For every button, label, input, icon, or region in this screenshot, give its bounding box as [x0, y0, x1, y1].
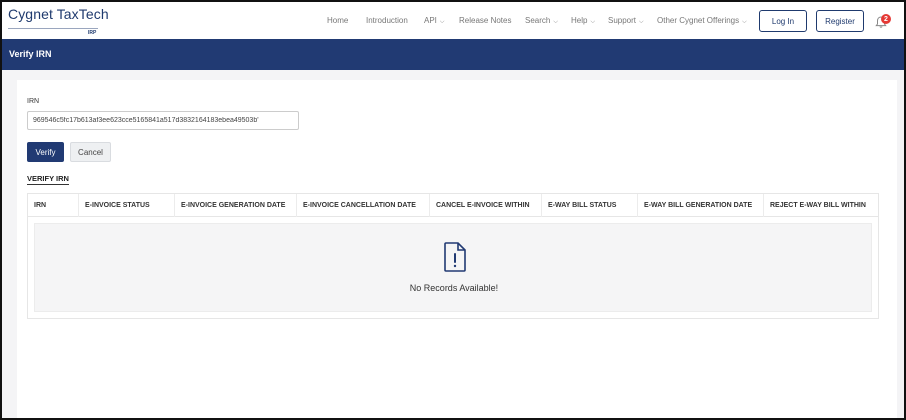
irn-label: IRN — [27, 98, 40, 105]
brand-sub: IRP — [88, 30, 97, 36]
nav-release-notes-label: Release Notes — [459, 16, 512, 25]
top-navbar: Cygnet TaxTech IRP Home Introduction API… — [2, 2, 904, 39]
file-alert-icon — [444, 242, 466, 272]
column-header-reject-eway-bill-within[interactable]: REJECT E-WAY BILL WITHIN — [764, 194, 878, 217]
notification-badge: 2 — [881, 14, 891, 24]
nav-help[interactable]: Help ⌵ — [571, 16, 595, 26]
page-header: Verify IRN — [2, 39, 904, 70]
chevron-down-icon: ⌵ — [590, 19, 596, 25]
nav-home[interactable]: Home — [327, 16, 348, 25]
login-button[interactable]: Log In — [759, 10, 807, 32]
section-title: VERIFY IRN — [27, 174, 69, 185]
column-header-einvoice-status[interactable]: E-INVOICE STATUS — [79, 194, 175, 217]
empty-state: No Records Available! — [34, 223, 872, 312]
nav-introduction[interactable]: Introduction — [366, 16, 408, 25]
chevron-down-icon: ⌵ — [742, 19, 747, 25]
chevron-down-icon: ⌵ — [553, 19, 558, 25]
nav-release-notes[interactable]: Release Notes — [459, 16, 511, 25]
content-card: IRN Verify Cancel VERIFY IRN IRN E-INVOI… — [17, 80, 897, 418]
cancel-button[interactable]: Cancel — [70, 142, 111, 162]
nav-api-label: API — [424, 16, 437, 25]
nav-support[interactable]: Support ⌵ — [608, 16, 644, 26]
column-header-einvoice-cancellation-date[interactable]: E-INVOICE CANCELLATION DATE — [297, 194, 430, 217]
nav-api[interactable]: API ⌵ — [424, 16, 444, 26]
nav-introduction-label: Introduction — [366, 16, 408, 25]
chevron-down-icon: ⌵ — [439, 19, 445, 25]
results-table: IRN E-INVOICE STATUS E-INVOICE GENERATIO… — [27, 193, 879, 319]
column-header-eway-bill-status[interactable]: E-WAY BILL STATUS — [542, 194, 638, 217]
verify-button[interactable]: Verify — [27, 142, 64, 162]
column-header-cancel-einvoice-within[interactable]: CANCEL E-INVOICE WITHIN — [430, 194, 542, 217]
nav-other-offerings[interactable]: Other Cygnet Offerings ⌵ — [657, 16, 747, 26]
brand-logo[interactable]: Cygnet TaxTech IRP — [8, 6, 109, 36]
table-header: IRN E-INVOICE STATUS E-INVOICE GENERATIO… — [28, 194, 878, 217]
page-title: Verify IRN — [9, 49, 52, 59]
column-header-eway-bill-generation-date[interactable]: E-WAY BILL GENERATION DATE — [638, 194, 764, 217]
nav-search[interactable]: Search ⌵ — [525, 16, 558, 26]
nav-search-label: Search — [525, 16, 551, 25]
nav-home-label: Home — [327, 16, 349, 25]
register-button[interactable]: Register — [816, 10, 864, 32]
irn-input[interactable] — [27, 111, 299, 130]
nav-support-label: Support — [608, 16, 637, 25]
logo-underline — [8, 28, 98, 29]
empty-state-text: No Records Available! — [409, 283, 499, 293]
nav-other-offerings-label: Other Cygnet Offerings — [657, 16, 740, 25]
brand-name: Cygnet TaxTech — [8, 6, 109, 22]
app-window: Cygnet TaxTech IRP Home Introduction API… — [0, 0, 906, 420]
nav-help-label: Help — [571, 16, 588, 25]
column-header-irn[interactable]: IRN — [28, 194, 79, 217]
chevron-down-icon: ⌵ — [639, 19, 644, 25]
column-header-einvoice-generation-date[interactable]: E-INVOICE GENERATION DATE — [175, 194, 297, 217]
